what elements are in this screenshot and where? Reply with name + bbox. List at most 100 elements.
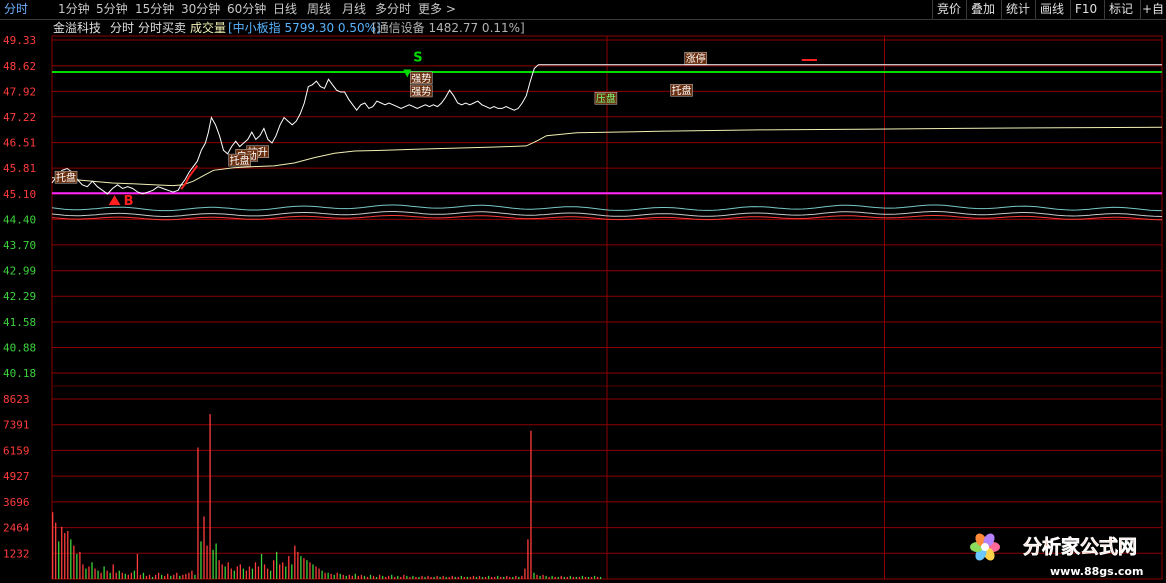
index-telecom: [通信设备 1482.77 0.11%] [372,21,525,35]
tab-daily[interactable]: 日线 [273,1,297,18]
watermark-url: www.88gs.com [1050,565,1143,578]
volume-bar [269,570,272,579]
volume-bar [539,575,541,579]
volume-bar [397,575,399,579]
volume-bar [536,574,538,579]
volume-bar [130,572,133,579]
volume-bar [354,573,357,579]
volume-bar [191,570,193,579]
volume-bar [375,576,378,579]
volume-bar [230,568,232,579]
volume-bar [263,564,266,579]
volume-bar [469,576,472,579]
volume-bar [324,572,326,579]
buy-signal-label: B [124,194,134,209]
price-tick-label: 40.18 [3,367,36,380]
volume-bar [381,575,384,579]
tab-5min[interactable]: 5分钟 [96,1,128,18]
volume-bar [106,570,108,579]
tab-more[interactable]: 更多 > [418,1,456,18]
volume-bar [348,574,350,579]
tab-60min[interactable]: 60分钟 [227,1,266,18]
volume-bar [593,575,596,579]
volume-bar [378,574,381,579]
overlay-button[interactable]: 叠加 [966,0,999,19]
volume-bar [115,572,117,579]
signal-tag-label: 托盘 [56,171,76,184]
volume-bar [560,575,562,579]
volume-bar [472,575,475,579]
volume-bar [451,575,453,579]
volume-bar [318,568,320,579]
tab-30min[interactable]: 30分钟 [181,1,220,18]
volume-bar [357,575,360,579]
mark-button[interactable]: 标记 [1104,0,1137,19]
volume-bar [67,530,69,579]
volume-bar [297,551,299,579]
volume-bar [221,564,223,579]
stats-button[interactable]: 统计 [1001,0,1034,19]
volume-bar [548,576,550,579]
volume-tick-label: 6159 [3,444,30,457]
volume-bar [291,564,293,579]
watermark-name: 分析家公式网 [1023,535,1137,558]
volume-bar [103,566,105,579]
volume-bar [515,575,517,579]
chart-svg[interactable]: 49.3348.6247.9247.2246.5145.8145.1044.40… [0,0,1166,583]
draw-line-button[interactable]: 画线 [1035,0,1068,19]
volume-tick-label: 4927 [3,470,30,483]
custom-button[interactable]: +自 [1140,0,1165,19]
tab-monthly[interactable]: 月线 [342,1,366,18]
volume-bar [233,570,235,579]
signal-tag-label: 强势 [411,72,431,85]
tab-15min[interactable]: 15分钟 [135,1,174,18]
price-tick-label: 45.10 [3,188,36,201]
tab-multi-intraday[interactable]: 多分时 [375,1,411,18]
volume-bar [487,575,490,579]
mode-intraday-trades[interactable]: 分时买卖 [138,20,186,37]
auction-button[interactable]: 竞价 [932,0,965,19]
volume-bar [215,543,217,579]
mode-intraday[interactable]: 分时 [110,20,134,37]
volume-bar [575,576,578,579]
volume-bar [236,566,238,579]
f10-button[interactable]: F10 [1070,0,1101,19]
volume-bar [360,574,363,579]
volume-bar [266,568,269,579]
volume-tick-label: 1232 [3,547,30,560]
volume-bar [339,573,341,579]
tab-weekly[interactable]: 周线 [307,1,331,18]
volume-bar [388,575,390,579]
price-tick-label: 47.22 [3,111,36,124]
volume-bar [427,575,429,579]
volume-bar [554,576,556,579]
volume-bar [176,572,178,579]
volume-bar [415,576,417,579]
index-sme: [中小板指 5799.30 0.50%] [228,21,381,35]
volume-bar [563,576,565,579]
volume-bar [203,516,205,579]
volume-bar [118,570,120,579]
volume-bar [52,512,54,579]
price-tick-label: 40.88 [3,342,36,355]
tab-1min[interactable]: 1分钟 [58,1,90,18]
volume-label: 成交量 [190,21,227,35]
volume-bar [372,575,375,579]
volume-bar [587,576,590,579]
volume-bar [112,564,114,579]
volume-bar [224,566,226,579]
volume-bar [227,562,229,579]
volume-bar [481,576,484,579]
volume-bar [566,576,568,579]
volume-bar [484,576,487,579]
tab-intraday[interactable]: 分时 [4,1,28,18]
price-tick-label: 44.40 [3,213,36,226]
volume-bar [530,430,532,579]
volume-bar [185,573,187,579]
volume-bar [197,447,199,579]
volume-bar [403,574,405,579]
volume-bar [139,574,142,579]
volume-bar [260,553,263,579]
volume-bar [409,576,411,579]
volume-bar [170,575,172,579]
